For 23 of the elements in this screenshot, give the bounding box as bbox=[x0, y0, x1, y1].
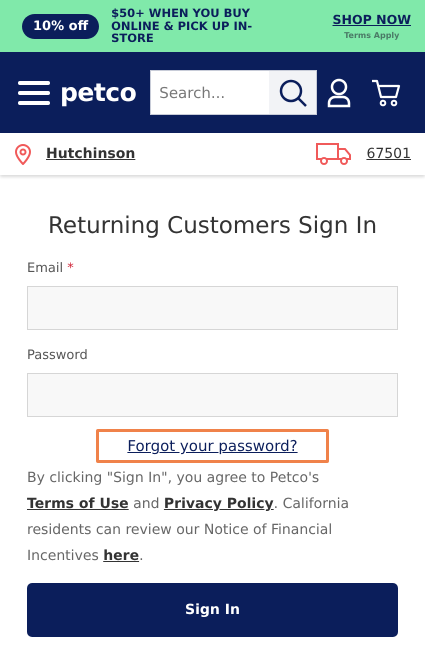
field-label: Email * bbox=[27, 261, 75, 276]
promo-message: $50+ WHEN YOU BUY ONLINE & PICK UP IN-STORE bbox=[111, 7, 254, 45]
legal-link[interactable]: Privacy Policy bbox=[164, 496, 274, 512]
legal-notice: By clicking "Sign In", you agree to Petco's Terms of Use and Privacy Policy. California residents can review our Notice of Financial Incentives here. bbox=[27, 469, 350, 566]
input-field[interactable] bbox=[27, 373, 398, 417]
sign-in-button[interactable]: Sign In bbox=[27, 583, 398, 637]
account-icon[interactable] bbox=[327, 78, 352, 108]
store-link[interactable]: Hutchinson bbox=[46, 146, 136, 162]
truck-icon bbox=[316, 142, 352, 166]
shop-now-link[interactable]: SHOP NOW bbox=[332, 12, 411, 27]
legal-link[interactable]: Terms of Use bbox=[27, 496, 129, 512]
discount-badge: 10% off bbox=[22, 14, 100, 38]
logo[interactable]: petco bbox=[60, 78, 136, 107]
location-pin-icon bbox=[14, 143, 32, 165]
forgot-password-link[interactable]: Forgot your password? bbox=[96, 429, 329, 463]
page-title: Returning Customers Sign In bbox=[46, 213, 378, 239]
zip-code-link[interactable]: 67501 bbox=[366, 146, 411, 162]
field-label: Password bbox=[27, 348, 89, 363]
input-field[interactable] bbox=[27, 286, 398, 330]
legal-link[interactable]: here bbox=[103, 548, 140, 564]
menu-icon[interactable] bbox=[18, 80, 50, 106]
terms-note: Terms Apply bbox=[344, 31, 400, 40]
cart-icon[interactable] bbox=[371, 78, 402, 106]
